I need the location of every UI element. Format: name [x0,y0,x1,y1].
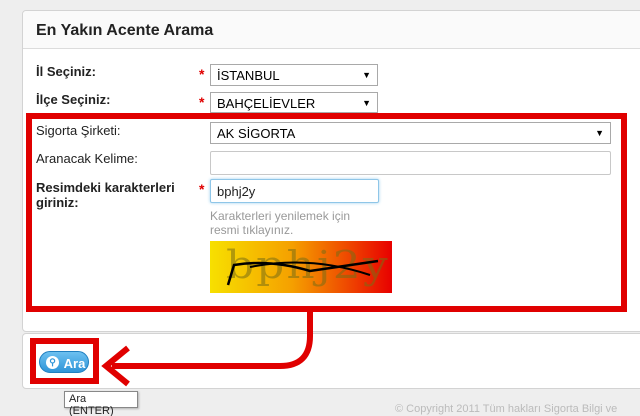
search-tooltip: Ara (ENTER) [64,391,138,416]
annotation-arrow [101,310,313,387]
copyright-text: © Copyright 2011 Tüm hakları Sigorta Bil… [395,403,618,415]
